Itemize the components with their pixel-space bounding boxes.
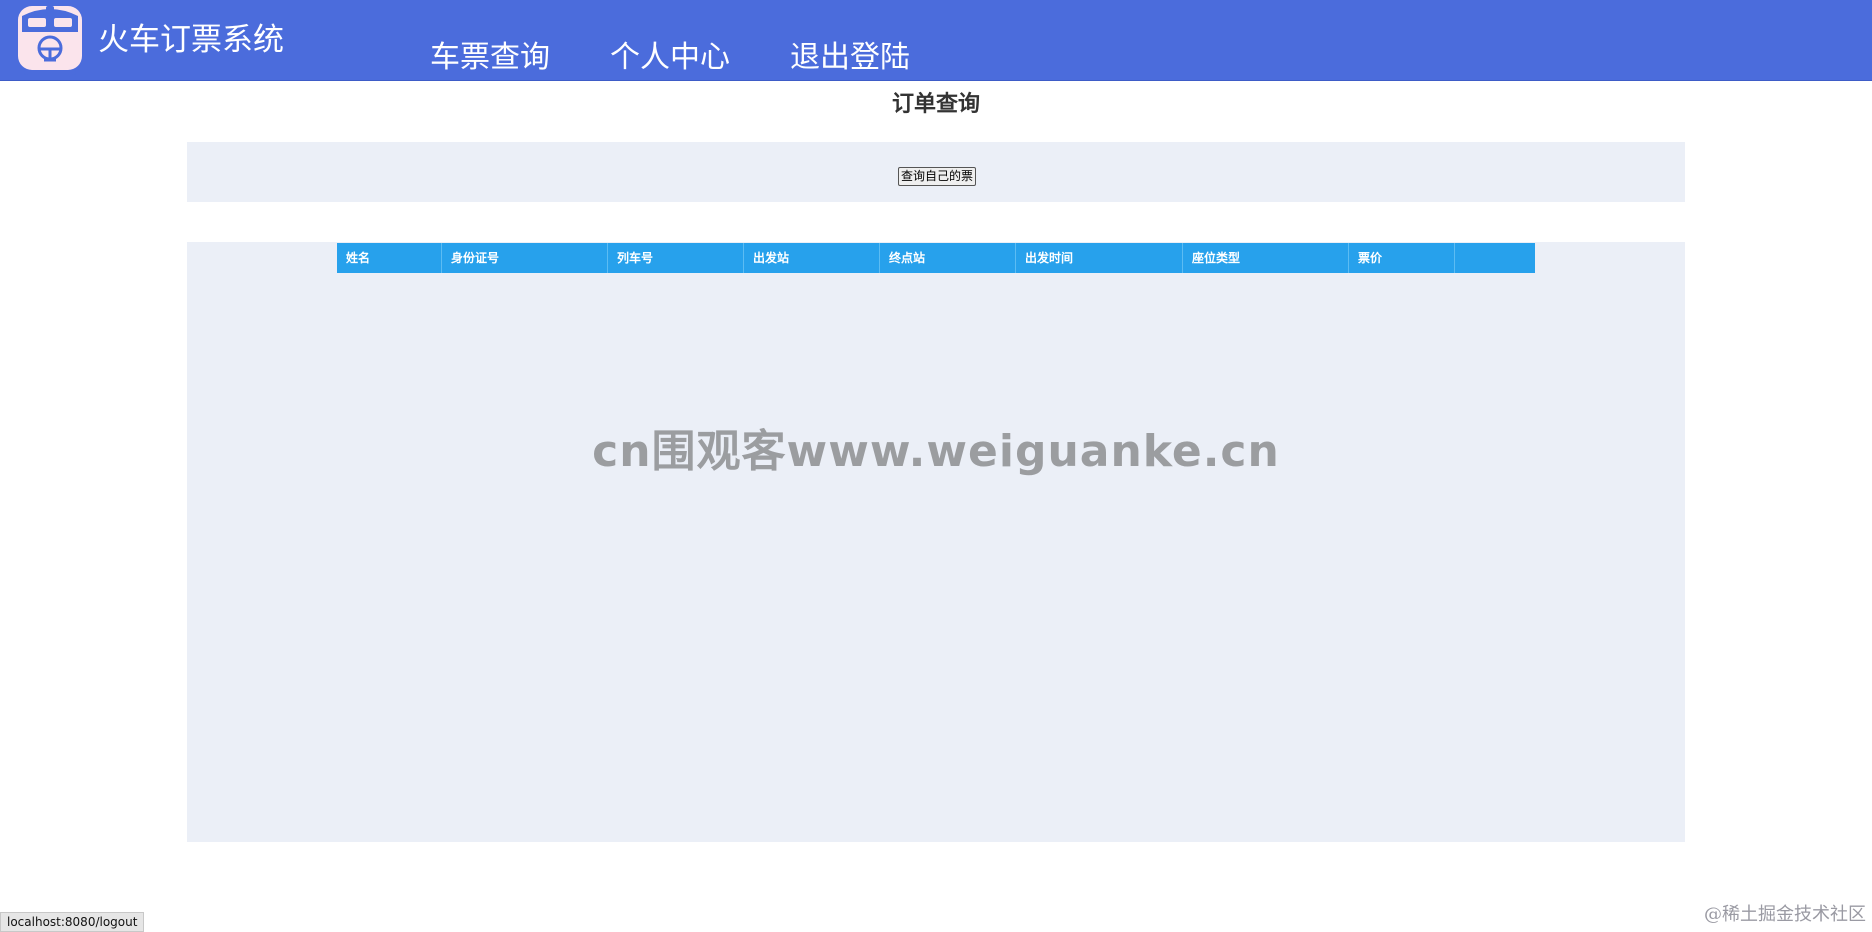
watermark: cn围观客www.weiguanke.cn — [592, 426, 1280, 477]
column-header-departure-time: 出发时间 — [1016, 243, 1183, 273]
status-bar-url: localhost:8080/logout — [0, 912, 145, 932]
column-header-id-number: 身份证号 — [442, 243, 608, 273]
column-header-price: 票价 — [1349, 243, 1455, 273]
column-header-train-number: 列车号 — [608, 243, 744, 273]
nav-logout[interactable]: 退出登陆 — [790, 38, 910, 78]
app-title: 火车订票系统 — [98, 22, 284, 58]
query-panel: 查询自己的票 — [187, 142, 1685, 202]
order-table-panel: 姓名 身份证号 列车号 出发站 终点站 出发时间 座位类型 票价 — [187, 242, 1685, 842]
nav-personal-center[interactable]: 个人中心 — [610, 38, 730, 78]
column-header-arrival-station: 终点站 — [880, 243, 1016, 273]
nav-ticket-search[interactable]: 车票查询 — [430, 38, 550, 78]
column-header-departure-station: 出发站 — [744, 243, 880, 273]
column-header-seat-type: 座位类型 — [1183, 243, 1349, 273]
query-my-tickets-button[interactable]: 查询自己的票 — [898, 167, 977, 186]
corner-watermark: @稀土掘金技术社区 — [1704, 904, 1866, 925]
main-nav: 车票查询 个人中心 退出登陆 — [430, 38, 910, 78]
column-header-name: 姓名 — [337, 243, 442, 273]
train-icon — [18, 6, 82, 78]
top-navigation-bar: 火车订票系统 车票查询 个人中心 退出登陆 — [0, 0, 1872, 81]
order-table-header: 姓名 身份证号 列车号 出发站 终点站 出发时间 座位类型 票价 — [337, 243, 1535, 273]
page-title: 订单查询 — [891, 92, 980, 117]
column-header-actions — [1455, 243, 1535, 273]
